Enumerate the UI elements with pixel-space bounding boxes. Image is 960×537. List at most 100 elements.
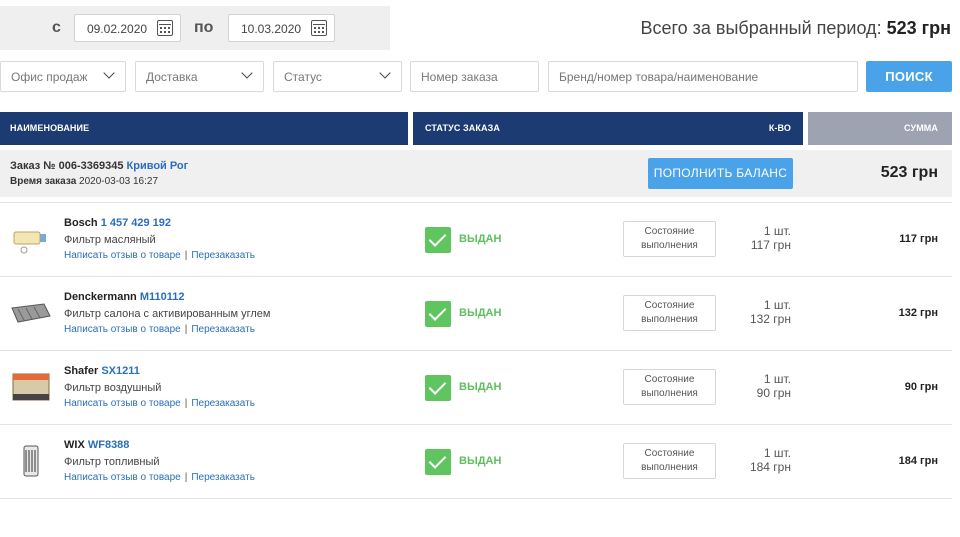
item-qty: 1 шт. 90 грн (757, 372, 791, 400)
item-brand-name: Denckermann (64, 291, 137, 303)
date-to-label: по (194, 19, 214, 36)
reorder-link[interactable]: Перезаказать (191, 324, 255, 335)
period-total-value: 523 грн (886, 18, 951, 38)
item-name: Фильтр масляный (64, 234, 156, 246)
item-unit-price: 117 грн (750, 238, 791, 252)
cabin-filter-icon (11, 303, 51, 323)
calendar-icon[interactable] (157, 20, 173, 36)
checkmark-icon (425, 375, 451, 401)
order-number-placeholder: Номер заказа (421, 70, 498, 84)
brand-search-input[interactable]: Бренд/номер товара/наименование (548, 61, 858, 92)
search-button[interactable]: ПОИСК (866, 61, 952, 92)
item-code-link[interactable]: WF8388 (88, 439, 130, 451)
order-number: Заказ № 006-3369345 Кривой Рог (10, 160, 188, 172)
state-label-line1: Состояние (644, 226, 695, 237)
item-unit-price: 90 грн (756, 386, 791, 400)
calendar-icon[interactable] (311, 20, 327, 36)
write-review-link[interactable]: Написать отзыв о товаре (64, 250, 181, 261)
reorder-link[interactable]: Перезаказать (191, 472, 255, 483)
date-from-field[interactable]: 09.02.2020 (74, 14, 181, 42)
item-qty-value: 1 шт. (763, 372, 791, 386)
brand-search-placeholder: Бренд/номер товара/наименование (559, 70, 759, 84)
state-label-line1: Состояние (644, 448, 695, 459)
item-brand: Bosch 1 457 429 192 (64, 217, 171, 229)
order-city-link[interactable]: Кривой Рог (127, 160, 189, 172)
table-row: Shafer SX1211 Фильтр воздушный Написать … (0, 351, 952, 425)
item-brand: WIX WF8388 (64, 439, 129, 451)
order-time-label: Время заказа (10, 176, 77, 187)
status-text: ВЫДАН (459, 307, 502, 319)
order-number-input[interactable]: Номер заказа (410, 61, 539, 92)
item-code-link[interactable]: 1 457 429 192 (101, 217, 171, 229)
fuel-filter-icon (23, 445, 39, 477)
item-qty: 1 шт. 117 грн (751, 224, 791, 252)
date-to-field[interactable]: 10.03.2020 (228, 14, 335, 42)
status-text: ВЫДАН (459, 381, 502, 393)
order-time: Время заказа 2020-03-03 16:27 (10, 176, 158, 187)
write-review-link[interactable]: Написать отзыв о товаре (64, 472, 181, 483)
column-header-sum: СУММА (808, 112, 952, 145)
oil-filter-icon (13, 231, 46, 254)
chevron-down-icon (103, 67, 115, 79)
air-filter-icon (12, 373, 50, 401)
order-summary-row: Заказ № 006-3369345 Кривой Рог Время зак… (0, 150, 952, 197)
item-links: Написать отзыв о товаре | Перезаказать (64, 324, 255, 335)
item-sum: 90 грн (904, 381, 938, 393)
link-separator: | (184, 472, 188, 483)
date-to-value: 10.03.2020 (241, 22, 302, 36)
item-sum: 132 грн (898, 307, 938, 319)
chevron-down-icon (379, 67, 391, 79)
item-unit-price: 132 грн (749, 312, 791, 326)
item-sum: 117 грн (899, 233, 938, 245)
state-label-line1: Состояние (644, 374, 695, 385)
checkmark-icon (425, 449, 451, 475)
item-brand-name: Bosch (64, 217, 98, 229)
column-header-status-label: СТАТУС ЗАКАЗА (425, 123, 500, 133)
item-name: Фильтр салона с активированным углем (64, 308, 271, 320)
state-label-line2: выполнения (641, 462, 698, 473)
execution-state-button[interactable]: Состояние выполнения (623, 221, 716, 257)
execution-state-button[interactable]: Состояние выполнения (623, 443, 716, 479)
item-code-link[interactable]: SX1211 (101, 365, 140, 377)
item-links: Написать отзыв о товаре | Перезаказать (64, 398, 255, 409)
period-total: Всего за выбранный период: 523 грн (640, 18, 951, 39)
reorder-link[interactable]: Перезаказать (191, 250, 255, 261)
link-separator: | (184, 398, 188, 409)
order-number-label: Заказ № 006-3369345 (10, 160, 124, 172)
write-review-link[interactable]: Написать отзыв о товаре (64, 398, 181, 409)
delivery-select[interactable]: Доставка (135, 61, 264, 92)
item-unit-price: 184 грн (749, 460, 791, 474)
state-label-line1: Состояние (644, 300, 695, 311)
item-name: Фильтр топливный (64, 456, 160, 468)
state-label-line2: выполнения (641, 388, 698, 399)
order-sum: 523 грн (880, 164, 938, 181)
reorder-link[interactable]: Перезаказать (191, 398, 255, 409)
state-label-line2: выполнения (641, 314, 698, 325)
status-text: ВЫДАН (459, 233, 502, 245)
write-review-link[interactable]: Написать отзыв о товаре (64, 324, 181, 335)
period-total-label: Всего за выбранный период: (640, 18, 882, 38)
checkmark-icon (425, 227, 451, 253)
status-text: ВЫДАН (459, 455, 502, 467)
link-separator: | (184, 250, 188, 261)
status-select[interactable]: Статус (273, 61, 402, 92)
item-links: Написать отзыв о товаре | Перезаказать (64, 472, 255, 483)
execution-state-button[interactable]: Состояние выполнения (623, 295, 716, 331)
item-qty: 1 шт. 132 грн (750, 298, 791, 326)
item-qty-value: 1 шт. (763, 298, 791, 312)
order-items-list: Bosch 1 457 429 192 Фильтр масляный Напи… (0, 202, 952, 499)
item-brand: Shafer SX1211 (64, 365, 140, 377)
delivery-select-value: Доставка (146, 70, 198, 84)
office-select[interactable]: Офис продаж (0, 61, 126, 92)
item-sum: 184 грн (898, 455, 938, 467)
execution-state-button[interactable]: Состояние выполнения (623, 369, 716, 405)
status-select-value: Статус (284, 70, 322, 84)
item-qty: 1 шт. 184 грн (750, 446, 791, 474)
chevron-down-icon (241, 67, 253, 79)
link-separator: | (184, 324, 188, 335)
item-code-link[interactable]: M110112 (140, 291, 185, 303)
item-brand-name: Shafer (64, 365, 99, 377)
table-row: Bosch 1 457 429 192 Фильтр масляный Напи… (0, 203, 952, 277)
item-qty-value: 1 шт. (763, 224, 791, 238)
topup-balance-button[interactable]: ПОПОЛНИТЬ БАЛАНС (648, 158, 793, 189)
